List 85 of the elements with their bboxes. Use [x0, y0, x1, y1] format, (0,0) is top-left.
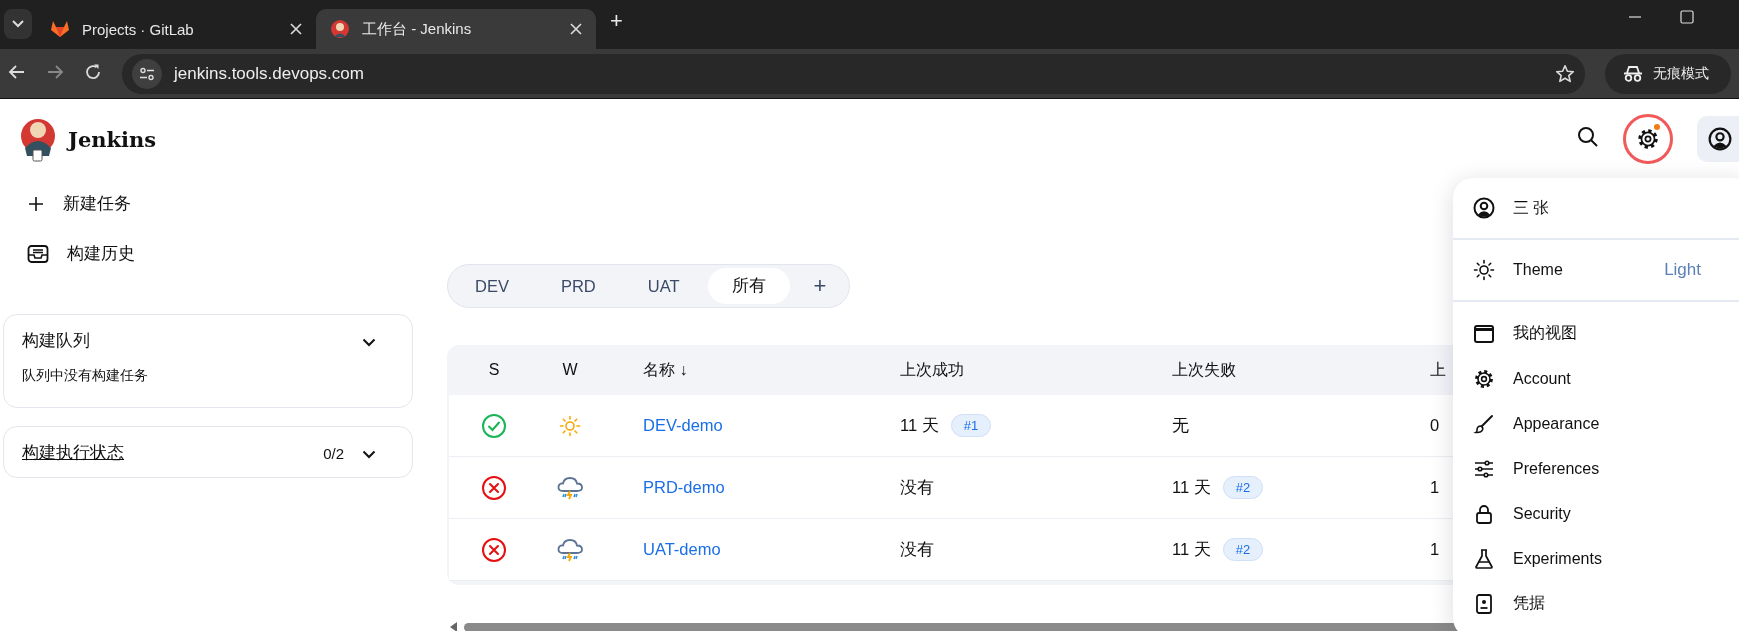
table-cell: 1 — [1430, 540, 1440, 559]
butler-icon — [330, 19, 350, 39]
fox-head-icon — [50, 19, 70, 39]
gear-icon — [1473, 367, 1495, 390]
table-cell: 1 — [1430, 478, 1440, 497]
chevron-down-icon — [362, 449, 376, 459]
settings-icon — [1636, 127, 1660, 151]
chevron-down-icon — [362, 337, 376, 347]
column-header: 上次失败 — [1171, 359, 1236, 380]
executor-count: 0/2 — [323, 444, 344, 462]
user-icon — [1708, 127, 1732, 151]
close-icon — [570, 23, 582, 35]
sidebar-link[interactable]: 构建历史 — [3, 229, 414, 279]
maximize-button[interactable] — [1680, 10, 1694, 27]
theme-item[interactable]: Theme Light — [1453, 240, 1739, 302]
settings-button[interactable] — [1623, 114, 1673, 164]
sliders-icon — [1473, 457, 1495, 480]
brand-title[interactable]: Jenkins — [68, 126, 157, 152]
column-header: 名称 ↓ — [642, 359, 688, 380]
empty-message: 队列中没有构建任务 — [22, 367, 149, 385]
time-text: 11 天 — [1172, 476, 1211, 498]
column-header: S — [487, 361, 501, 379]
browser-tab[interactable]: Projects · GitLab — [36, 9, 316, 49]
window-icon — [1473, 322, 1495, 345]
card-icon — [1473, 592, 1495, 615]
view-tab[interactable]: UAT — [623, 268, 704, 304]
column-header: W — [561, 361, 579, 379]
menu-item[interactable]: Experiments — [1453, 536, 1739, 581]
column-header: 上 — [1430, 359, 1446, 380]
build-number-link[interactable]: #1 — [950, 414, 992, 437]
view-tab[interactable]: 所有 — [707, 268, 790, 304]
close-icon — [290, 23, 302, 35]
user-icon — [1473, 197, 1495, 219]
time-text: 没有 — [900, 538, 934, 560]
view-tab[interactable]: DEV — [451, 268, 533, 304]
menu-item[interactable]: 凭据 — [1453, 581, 1739, 626]
sidebar-link[interactable]: 新建任务 — [3, 179, 414, 229]
address-bar[interactable]: jenkins.tools.devops.com — [122, 53, 1585, 94]
brush-icon — [1473, 412, 1495, 435]
panel-title-link[interactable]: 构建执行状态 — [22, 442, 324, 464]
sun-icon — [559, 414, 581, 437]
forward-arrow-icon — [46, 63, 64, 81]
time-text: 没有 — [900, 476, 934, 498]
job-link[interactable]: DEV-demo — [643, 416, 723, 435]
incognito-button[interactable]: 无痕模式 — [1605, 53, 1731, 94]
search-icon — [1577, 126, 1599, 148]
job-link[interactable]: UAT-demo — [643, 540, 721, 559]
panel-title: 构建队列 — [22, 330, 91, 351]
menu-item[interactable]: Security — [1453, 491, 1739, 536]
cross-circle-icon — [481, 474, 507, 501]
menu-item[interactable]: Preferences — [1453, 446, 1739, 491]
star-icon — [1555, 63, 1575, 84]
chevron-down-icon — [12, 20, 24, 28]
cross-circle-icon — [481, 536, 507, 563]
sun-icon — [1473, 259, 1495, 281]
table-cell: 0 — [1430, 416, 1440, 435]
time-text: 11 天 — [1172, 538, 1211, 560]
add-view-button[interactable]: + — [793, 268, 847, 304]
incognito-icon — [1623, 64, 1643, 83]
user-button[interactable] — [1697, 116, 1739, 162]
build-number-link[interactable]: #2 — [1222, 538, 1264, 561]
build-number-link[interactable]: #2 — [1222, 476, 1264, 499]
lock-icon — [1473, 502, 1495, 525]
scroll-left-icon — [450, 622, 458, 631]
new-tab-button[interactable]: + — [604, 7, 629, 34]
tab-list-button[interactable] — [4, 9, 32, 39]
menu-item[interactable]: 我的视图 — [1453, 311, 1739, 356]
plus-icon — [27, 195, 45, 213]
flask-icon — [1473, 547, 1495, 570]
column-header: 上次成功 — [899, 359, 964, 380]
tray-icon — [27, 244, 49, 264]
time-text: 11 天 — [900, 414, 939, 436]
job-link[interactable]: PRD-demo — [643, 478, 725, 497]
maximize-icon — [1680, 10, 1694, 24]
user-name-item[interactable]: 三 张 — [1453, 178, 1739, 240]
menu-item[interactable]: Appearance — [1453, 401, 1739, 446]
menu-item[interactable]: Account — [1453, 356, 1739, 401]
check-circle-icon — [481, 412, 507, 439]
site-settings-icon — [139, 65, 155, 82]
reload-icon — [84, 63, 102, 81]
time-text: 无 — [1172, 414, 1189, 436]
browser-tab[interactable]: 工作台 - Jenkins — [316, 9, 596, 49]
view-tab[interactable]: PRD — [536, 268, 620, 304]
back-arrow-icon — [8, 63, 26, 81]
butler-logo-icon — [20, 116, 56, 162]
